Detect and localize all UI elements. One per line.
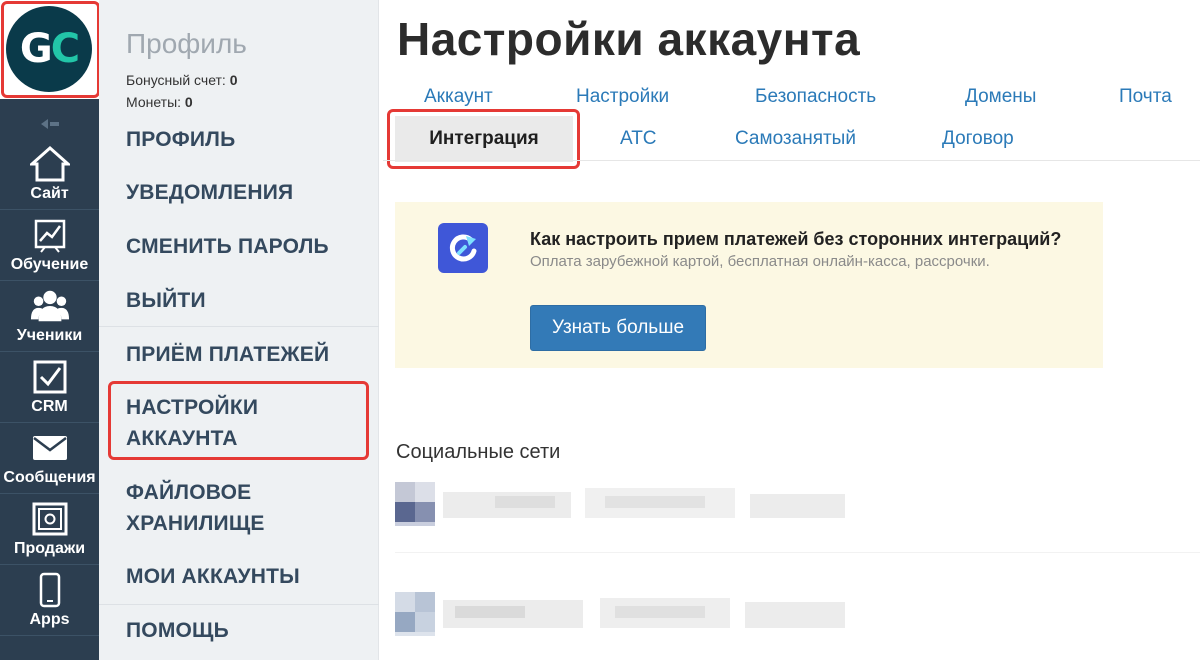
chart-icon <box>30 216 70 254</box>
sidebar-item-file-storage[interactable]: ФАЙЛОВОЕ ХРАНИЛИЩЕ <box>126 477 265 539</box>
sidebar-item-my-accounts[interactable]: МОИ АККАУНТЫ <box>126 561 300 592</box>
rail-label-crm: CRM <box>31 398 68 415</box>
rail-label-sales: Продажи <box>13 540 86 557</box>
coins-balance: Монеты: 0 <box>126 94 193 110</box>
tab-account[interactable]: Аккаунт <box>424 86 493 108</box>
users-icon <box>30 287 70 325</box>
sidebar-item-notifications[interactable]: УВЕДОМЛЕНИЯ <box>126 177 293 208</box>
social-row-redacted <box>395 482 855 526</box>
sidebar-divider <box>99 326 379 327</box>
payments-promo-banner: Как настроить прием платежей без сторонн… <box>395 202 1103 368</box>
bonus-label: Бонусный счет: <box>126 72 226 88</box>
sidebar-item-file-storage-line2: ХРАНИЛИЩЕ <box>126 512 265 535</box>
rail-label-messages: Сообщения <box>3 469 96 486</box>
phone-icon <box>30 571 70 609</box>
sidebar-item-help[interactable]: ПОМОЩЬ <box>126 615 229 646</box>
page-title: Настройки аккаунта <box>397 13 861 65</box>
bonus-value: 0 <box>229 72 238 88</box>
refresh-logo-icon <box>438 223 488 273</box>
rail-label-students: Ученики <box>16 327 83 344</box>
sidebar-item-change-password[interactable]: СМЕНИТЬ ПАРОЛЬ <box>126 231 329 262</box>
rail-item-site[interactable]: Сайт <box>0 140 99 210</box>
home-icon <box>29 145 70 183</box>
promo-heading: Как настроить прием платежей без сторонн… <box>530 229 1062 249</box>
rail-item-apps[interactable]: Apps <box>0 566 99 636</box>
highlight-logo <box>1 1 100 98</box>
social-networks-title: Социальные сети <box>396 441 561 463</box>
tab-contract[interactable]: Договор <box>942 128 1014 150</box>
highlight-account-settings <box>108 381 369 460</box>
rail-item-crm[interactable]: CRM <box>0 353 99 423</box>
rail-label-apps: Apps <box>29 611 70 628</box>
tab-settings[interactable]: Настройки <box>576 86 669 108</box>
sidebar-item-payments[interactable]: ПРИЁМ ПЛАТЕЖЕЙ <box>126 339 329 370</box>
main-rail: GC Сайт Обучение Ученики CRM Сообщения П… <box>0 0 100 660</box>
tab-domains[interactable]: Домены <box>965 86 1036 108</box>
tab-self-employed[interactable]: Самозанятый <box>735 128 856 150</box>
sidebar-divider <box>99 604 379 605</box>
sidebar-item-file-storage-line1: ФАЙЛОВОЕ <box>126 481 252 504</box>
coins-label: Монеты: <box>126 94 182 110</box>
rail-item-learning[interactable]: Обучение <box>0 211 99 281</box>
checkbox-icon <box>30 358 70 396</box>
sidebar-title: Профиль <box>126 28 247 59</box>
app-window: GC Сайт Обучение Ученики CRM Сообщения П… <box>0 0 1200 660</box>
promo-subtext: Оплата зарубежной картой, бесплатная онл… <box>530 253 990 270</box>
profile-sidebar: Профиль Бонусный счет: 0 Монеты: 0 ПРОФИ… <box>99 0 379 660</box>
sidebar-item-profile[interactable]: ПРОФИЛЬ <box>126 124 235 155</box>
tab-mail[interactable]: Почта <box>1119 86 1172 108</box>
rail-item-students[interactable]: Ученики <box>0 282 99 352</box>
rail-item-messages[interactable]: Сообщения <box>0 424 99 494</box>
bonus-balance: Бонусный счет: 0 <box>126 72 238 88</box>
safe-icon <box>30 500 70 538</box>
tabs-divider <box>383 160 1200 161</box>
social-row-redacted <box>395 592 855 636</box>
coins-value: 0 <box>184 94 193 110</box>
envelope-icon <box>30 429 70 467</box>
social-row-divider <box>395 552 1200 553</box>
rail-label-site: Сайт <box>30 185 69 202</box>
collapse-arrow-icon[interactable] <box>0 110 99 138</box>
tab-pbx[interactable]: АТС <box>620 128 657 150</box>
learn-more-button[interactable]: Узнать больше <box>530 305 706 351</box>
rail-label-learning: Обучение <box>10 256 89 273</box>
tab-security[interactable]: Безопасность <box>755 86 876 108</box>
sidebar-item-logout[interactable]: ВЫЙТИ <box>126 285 206 316</box>
rail-item-sales[interactable]: Продажи <box>0 495 99 565</box>
